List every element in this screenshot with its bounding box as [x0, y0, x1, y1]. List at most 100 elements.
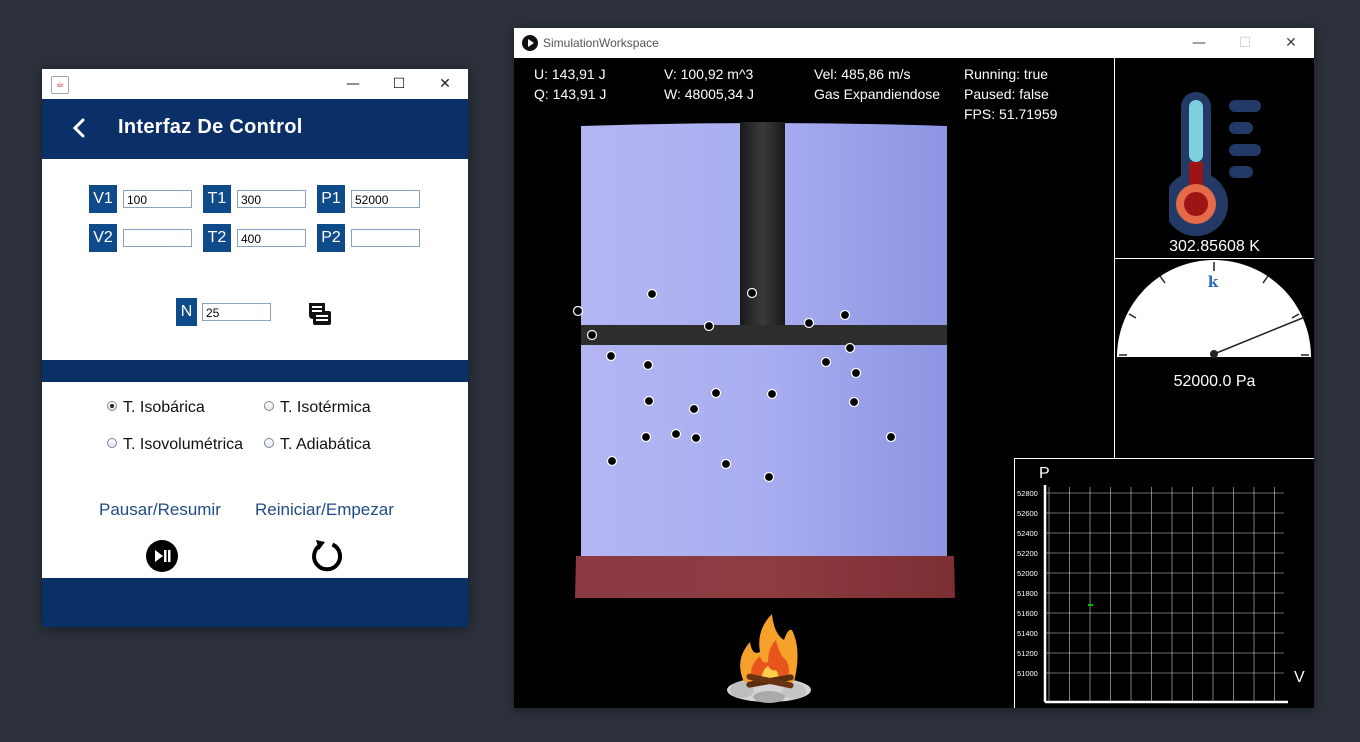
- gas-particle: [642, 359, 654, 371]
- document-icon[interactable]: [305, 299, 333, 327]
- v1-label: V1: [89, 185, 117, 213]
- pressure-gauge: k: [1117, 260, 1311, 358]
- y-tick-label: 52800: [1017, 489, 1038, 498]
- restart-icon[interactable]: [310, 539, 344, 573]
- y-tick-label: 52000: [1017, 569, 1038, 578]
- radio-isobarica[interactable]: T. Isobárica: [107, 399, 205, 417]
- y-tick-label: 51000: [1017, 669, 1038, 678]
- p1-label: P1: [317, 185, 345, 213]
- title-bar: ☕ — ☐ ✕: [42, 69, 468, 99]
- running-status: Running: true: [964, 66, 1049, 82]
- radio-dot: [264, 437, 274, 448]
- radio-dot: [107, 437, 117, 448]
- title-bar: SimulationWorkspace — ☐ ✕: [514, 28, 1314, 58]
- gas-particle: [703, 320, 715, 332]
- fire-icon: [727, 614, 811, 703]
- gas-particle: [844, 342, 856, 354]
- gas-particle: [646, 288, 658, 300]
- back-arrow-icon[interactable]: [70, 113, 88, 143]
- n-field[interactable]: 25: [202, 303, 271, 321]
- gas-particle: [586, 329, 598, 341]
- java-app-icon: ☕: [51, 76, 69, 94]
- cylinder-base: [575, 556, 955, 598]
- v1-field[interactable]: 100: [123, 190, 192, 208]
- t2-label: T2: [203, 224, 231, 252]
- gas-particle: [820, 356, 832, 368]
- gas-particle: [766, 388, 778, 400]
- radio-adiabatica[interactable]: T. Adiabática: [264, 436, 371, 454]
- work-w: W: 48005,34 J: [664, 86, 755, 102]
- minimize-button[interactable]: —: [1176, 28, 1222, 58]
- x-axis-label: V: [1294, 669, 1305, 686]
- gas-particle: [710, 387, 722, 399]
- gas-particle: [606, 455, 618, 467]
- y-tick-label: 52200: [1017, 549, 1038, 558]
- state-point: [1088, 604, 1093, 606]
- t1-field[interactable]: 300: [237, 190, 306, 208]
- window-title: SimulationWorkspace: [543, 36, 659, 50]
- radio-isovolumetrica[interactable]: T. Isovolumétrica: [107, 436, 243, 454]
- t2-field[interactable]: 400: [237, 229, 306, 247]
- piston-rod: [740, 122, 785, 327]
- gas-particle: [848, 396, 860, 408]
- radio-dot-selected: [107, 400, 117, 411]
- gas-particle: [839, 309, 851, 321]
- gas-particle: [690, 432, 702, 444]
- gas-particle: [803, 317, 815, 329]
- volume-v: V: 100,92 m^3: [664, 66, 754, 82]
- gauge-pivot: [1210, 350, 1218, 358]
- header-bar: Interfaz De Control: [42, 99, 468, 159]
- p1-field[interactable]: 52000: [351, 190, 420, 208]
- divider-band: [42, 360, 468, 382]
- gas-particle: [850, 367, 862, 379]
- gas-particle: [572, 305, 584, 317]
- gas-particle: [688, 403, 700, 415]
- piston-plate: [581, 325, 947, 345]
- radio-isotermica[interactable]: T. Isotérmica: [264, 399, 371, 417]
- fps-counter: FPS: 51.71959: [964, 106, 1058, 122]
- v2-field[interactable]: [123, 229, 192, 247]
- gas-particle: [643, 395, 655, 407]
- maximize-button[interactable]: ☐: [376, 69, 422, 99]
- simulation-window: SimulationWorkspace — ☐ ✕ U: 143,91 J Q:…: [514, 28, 1314, 708]
- pv-chart: P V 52800 52600 52400 52200 52000 51800 51600 5…: [1017, 465, 1305, 704]
- gas-particle: [605, 350, 617, 362]
- y-axis-label: P: [1039, 465, 1050, 482]
- radio-dot: [264, 400, 274, 411]
- heat-q: Q: 143,91 J: [534, 86, 607, 102]
- gauge-unit-letter: k: [1208, 273, 1219, 291]
- gas-state: Gas Expandiendose: [814, 86, 941, 102]
- gas-particle: [640, 431, 652, 443]
- app-play-icon: [522, 35, 538, 51]
- n-label: N: [176, 298, 197, 326]
- close-button[interactable]: ✕: [422, 69, 468, 99]
- y-tick-label: 51600: [1017, 609, 1038, 618]
- control-window: ☕ — ☐ ✕ Interfaz De Control V1 100 T1 30…: [42, 69, 468, 627]
- pressure-readout: 52000.0 Pa: [1173, 373, 1256, 390]
- y-tick-label: 51200: [1017, 649, 1038, 658]
- y-tick-label: 52400: [1017, 529, 1038, 538]
- y-tick-label: 51800: [1017, 589, 1038, 598]
- maximize-button[interactable]: ☐: [1222, 28, 1268, 58]
- close-button[interactable]: ✕: [1268, 28, 1314, 58]
- restart-start-link[interactable]: Reiniciar/Empezar: [255, 500, 394, 520]
- minimize-button[interactable]: —: [330, 69, 376, 99]
- gas-particle: [885, 431, 897, 443]
- page-title: Interfaz De Control: [118, 116, 303, 138]
- energy-u: U: 143,91 J: [534, 66, 606, 82]
- pause-resume-link[interactable]: Pausar/Resumir: [99, 500, 221, 520]
- temperature-readout: 302.85608 K: [1169, 238, 1260, 255]
- p2-label: P2: [317, 224, 345, 252]
- t1-label: T1: [203, 185, 231, 213]
- gas-particle: [746, 287, 758, 299]
- play-pause-icon[interactable]: [146, 540, 178, 572]
- gas-particle: [720, 458, 732, 470]
- gas-particle: [763, 471, 775, 483]
- gas-cylinder: [572, 122, 955, 598]
- y-tick-label: 52600: [1017, 509, 1038, 518]
- footer-band: [42, 578, 468, 627]
- p2-field[interactable]: [351, 229, 420, 247]
- gas-particle: [670, 428, 682, 440]
- thermometer-icon: [1169, 92, 1261, 236]
- velocity: Vel: 485,86 m/s: [814, 66, 911, 82]
